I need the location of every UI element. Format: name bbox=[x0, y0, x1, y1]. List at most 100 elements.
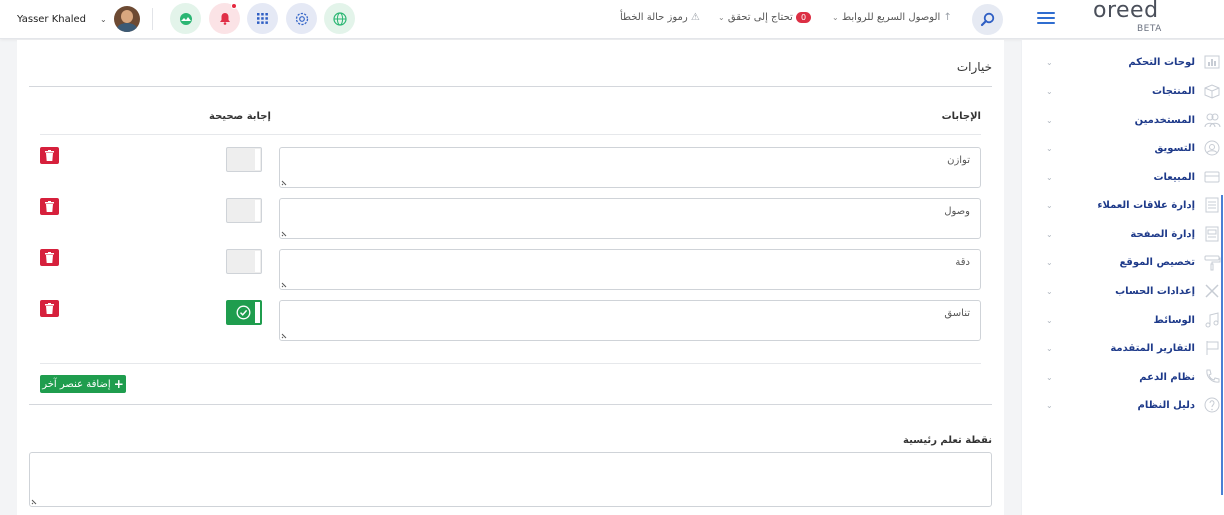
apps-button[interactable] bbox=[247, 3, 278, 34]
plus-icon: + bbox=[113, 377, 124, 391]
toggle-knob bbox=[255, 200, 260, 221]
user-menu[interactable]: Yasser Khaled ⌄ bbox=[17, 4, 140, 34]
divider bbox=[29, 86, 992, 87]
correct-answer-toggle[interactable] bbox=[226, 249, 262, 274]
correct-answer-toggle[interactable] bbox=[226, 147, 262, 172]
chevron-down-icon: ⌄ bbox=[1046, 229, 1053, 239]
status-button[interactable] bbox=[170, 3, 201, 34]
delete-answer-button[interactable] bbox=[40, 249, 59, 266]
flag-icon bbox=[1203, 339, 1221, 357]
sidebar-item[interactable]: الوسائط ⌄ bbox=[1046, 310, 1221, 330]
resize-handle-icon[interactable] bbox=[31, 497, 39, 505]
delete-answer-button[interactable] bbox=[40, 198, 59, 215]
answer-textarea[interactable]: وصول bbox=[279, 198, 981, 239]
divider bbox=[40, 363, 981, 364]
chevron-down-icon: ⌄ bbox=[1046, 343, 1053, 353]
learning-point-label: نقطة تعلم رئيسية bbox=[903, 435, 992, 446]
learning-point-textarea[interactable] bbox=[29, 452, 992, 507]
delete-answer-button[interactable] bbox=[40, 147, 59, 164]
answer-textarea[interactable]: تناسق bbox=[279, 300, 981, 341]
sidebar-item-label: إدارة علاقات العملاء bbox=[1097, 199, 1195, 211]
tools-icon bbox=[1203, 282, 1221, 300]
logo[interactable]: oreed BETA bbox=[1093, 0, 1173, 36]
chevron-down-icon: ⌄ bbox=[1046, 400, 1053, 410]
chevron-down-icon: ⌄ bbox=[1046, 115, 1053, 125]
chevron-down-icon: ⌄ bbox=[1046, 372, 1053, 382]
resize-handle-icon[interactable] bbox=[281, 331, 289, 339]
chevron-down-icon: ⌄ bbox=[1046, 172, 1053, 182]
answer-text: دقة bbox=[955, 257, 970, 268]
sidebar-item[interactable]: إدارة الصفحة ⌄ bbox=[1046, 224, 1221, 244]
resize-handle-icon[interactable] bbox=[281, 280, 289, 288]
sidebar-item-label: إدارة الصفحة bbox=[1130, 228, 1195, 240]
correct-answer-header: إجابة صحيحة bbox=[209, 111, 271, 122]
delete-answer-button[interactable] bbox=[40, 300, 59, 317]
settings-button[interactable] bbox=[286, 3, 317, 34]
chevron-down-icon: ⌄ bbox=[1046, 86, 1053, 96]
correct-answer-toggle[interactable] bbox=[226, 300, 262, 325]
sidebar-item-label: الوسائط bbox=[1153, 314, 1195, 326]
divider bbox=[29, 404, 992, 405]
resize-handle-icon[interactable] bbox=[281, 178, 289, 186]
correct-answer-toggle[interactable] bbox=[226, 198, 262, 223]
music-icon bbox=[1203, 311, 1221, 329]
sidebar-item[interactable]: لوحات التحكم ⌄ bbox=[1046, 52, 1221, 72]
notification-dot bbox=[231, 3, 237, 9]
paint-roller-icon bbox=[1203, 253, 1221, 271]
language-button[interactable] bbox=[324, 3, 355, 34]
sidebar-item[interactable]: المبيعات ⌄ bbox=[1046, 167, 1221, 187]
trash-icon bbox=[45, 201, 54, 212]
quick-links-dropdown[interactable]: ↑ الوصول السريع للروابط ⌄ bbox=[832, 12, 952, 23]
sidebar-item[interactable]: المستخدمين ⌄ bbox=[1046, 110, 1221, 130]
page-icon bbox=[1203, 225, 1221, 243]
add-item-button[interactable]: + إضافة عنصر آخر bbox=[40, 375, 126, 393]
sidebar-item[interactable]: المنتجات ⌄ bbox=[1046, 81, 1221, 101]
sidebar-item-label: نظام الدعم bbox=[1139, 371, 1195, 383]
sidebar-item[interactable]: نظام الدعم ⌄ bbox=[1046, 367, 1221, 387]
user-name: Yasser Khaled bbox=[17, 13, 87, 25]
sidebar-item[interactable]: إدارة علاقات العملاء ⌄ bbox=[1046, 195, 1221, 215]
options-card: خيارات الإجابات إجابة صحيحة توازن وصول دقة… bbox=[17, 40, 1004, 515]
sidebar-item-label: التسويق bbox=[1154, 142, 1195, 154]
search-icon bbox=[980, 12, 995, 27]
search-button[interactable] bbox=[972, 4, 1003, 35]
scrollbar[interactable] bbox=[1221, 195, 1223, 495]
phone-icon bbox=[1203, 368, 1221, 386]
answer-text: توازن bbox=[947, 155, 970, 166]
avatar[interactable] bbox=[113, 6, 140, 32]
needs-check-count: 0 bbox=[796, 12, 811, 23]
needs-check-label: تحتاج إلى تحقق bbox=[727, 12, 793, 23]
logo-text: oreed bbox=[1093, 0, 1159, 23]
resize-handle-icon[interactable] bbox=[281, 229, 289, 237]
globe-icon bbox=[332, 11, 347, 26]
sidebar-item[interactable]: إعدادات الحساب ⌄ bbox=[1046, 281, 1221, 301]
answer-text: تناسق bbox=[944, 308, 970, 319]
bell-icon bbox=[219, 13, 230, 25]
error-codes-link[interactable]: ⚠ رموز حالة الخطأ bbox=[620, 12, 700, 23]
marketing-icon bbox=[1203, 139, 1221, 157]
sidebar-item[interactable]: دليل النظام ⌄ bbox=[1046, 395, 1221, 415]
divider bbox=[152, 8, 153, 30]
chevron-down-icon: ⌄ bbox=[1046, 286, 1053, 296]
notifications-button[interactable] bbox=[209, 3, 240, 34]
answer-textarea[interactable]: توازن bbox=[279, 147, 981, 188]
sidebar-item[interactable]: التقارير المتقدمة ⌄ bbox=[1046, 338, 1221, 358]
needs-check-dropdown[interactable]: 0 تحتاج إلى تحقق ⌄ bbox=[718, 12, 811, 23]
top-bar: Yasser Khaled ⌄ ⚠ رموز حالة الخطأ 0 تحتا… bbox=[0, 0, 1224, 39]
landscape-icon bbox=[179, 12, 192, 25]
sidebar-item[interactable]: تخصيص الموقع ⌄ bbox=[1046, 252, 1221, 272]
help-icon bbox=[1203, 396, 1221, 414]
menu-toggle-icon[interactable] bbox=[1037, 12, 1055, 24]
sidebar: لوحات التحكم ⌄ المنتجات ⌄ المستخدمين ⌄ التسويق… bbox=[1021, 40, 1224, 515]
sidebar-item-label: المستخدمين bbox=[1134, 114, 1195, 126]
toggle-knob bbox=[255, 302, 260, 323]
gear-icon bbox=[295, 12, 308, 25]
sidebar-item-label: إعدادات الحساب bbox=[1115, 285, 1195, 297]
chevron-down-icon: ⌄ bbox=[100, 14, 107, 24]
sidebar-item[interactable]: التسويق ⌄ bbox=[1046, 138, 1221, 158]
answer-textarea[interactable]: دقة bbox=[279, 249, 981, 290]
answers-header: الإجابات bbox=[941, 111, 981, 122]
sidebar-item-label: لوحات التحكم bbox=[1128, 56, 1195, 68]
chevron-down-icon: ⌄ bbox=[1046, 315, 1053, 325]
quick-links-label: الوصول السريع للروابط bbox=[841, 12, 941, 23]
